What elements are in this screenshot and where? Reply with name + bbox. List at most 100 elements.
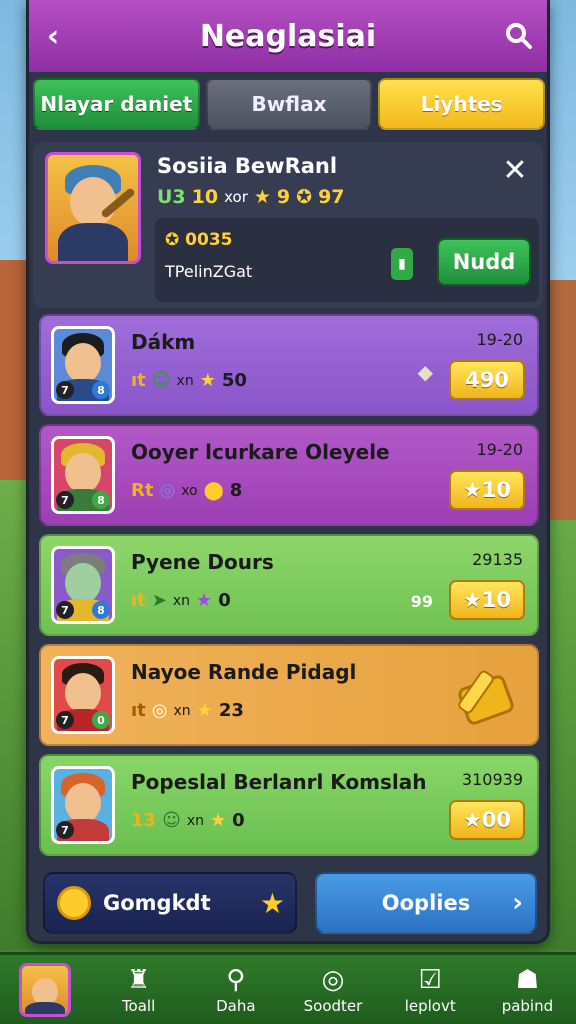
avatar: [19, 962, 71, 1017]
nav-label: Toall: [121, 996, 156, 1015]
level-badge: 7: [56, 491, 74, 509]
nav-avatar[interactable]: [0, 955, 90, 1024]
list-item[interactable]: 7 0 Nayoe Rande Pidagl ıt ◎ xn ★ 23: [39, 644, 539, 746]
nav-label: Soodter: [303, 996, 363, 1015]
arrow-icon: ➤: [151, 590, 167, 611]
stars-value: 9: [276, 186, 291, 208]
list-item[interactable]: 7 8 Dákm 19-20 ıt ☺ xn ★ 50 ◆ 490: [39, 314, 539, 416]
reward-button[interactable]: ★ 10: [449, 580, 525, 620]
nav-item-leplovt[interactable]: ☑ leplovt: [382, 955, 479, 1024]
reward-button[interactable]: 490: [449, 360, 525, 400]
nudd-button[interactable]: Nudd: [437, 238, 531, 286]
profile-subtitle: TPelinZGat: [165, 262, 253, 281]
nav-label: Daha: [216, 996, 256, 1015]
star-icon: ★: [196, 590, 213, 611]
target-icon: ◎: [321, 964, 345, 995]
nav-label: leplovt: [404, 996, 456, 1015]
profile-details: ✪ 0035 TPelinZGat ▮ Nudd: [155, 218, 539, 302]
profile-card: Sosiia BewRanl U3 10 xor ★ 9 ✪ 97 ✕ ✪ 00…: [33, 142, 543, 308]
star-icon: ★: [199, 370, 216, 391]
tab-nlayar-daniet[interactable]: Nlayar daniet: [33, 78, 200, 130]
tower-icon: ♜: [126, 964, 151, 995]
card-title: Nayoe Rande Pidagl: [131, 660, 357, 684]
meta-value: 23: [218, 700, 244, 721]
meta-prefix: Rt: [131, 480, 154, 501]
card-portrait: 7 8: [51, 546, 115, 624]
search-icon[interactable]: [499, 16, 539, 56]
nav-item-daha[interactable]: ⚲ Daha: [187, 955, 284, 1024]
meta-prefix: ıt: [131, 700, 146, 721]
smile-coin-icon: ☺: [151, 370, 171, 391]
coin-icon: ◎: [159, 480, 176, 501]
level-badge: 7: [56, 601, 74, 619]
card-date: 19-20: [476, 440, 524, 459]
coin-icon: [57, 886, 91, 920]
coin-icon: ◎: [151, 700, 168, 721]
xp-label: xor: [224, 188, 248, 206]
star-icon: ★: [462, 588, 482, 612]
card-title: Ooyer lcurkare Oleyele: [131, 440, 390, 464]
gold-ticket-icon[interactable]: [453, 660, 519, 730]
meta-value: 0: [218, 590, 231, 611]
score-value: 97: [318, 186, 345, 208]
card-title: Pyene Dours: [131, 550, 274, 574]
back-arrow-icon[interactable]: ‹: [33, 16, 73, 56]
card-portrait: 7 0: [51, 656, 115, 734]
list-item[interactable]: 7 Popeslal Berlanrl Komslah 310939 13 ☺ …: [39, 754, 539, 856]
star-icon: ★: [253, 186, 271, 208]
card-date: 29135: [472, 550, 523, 569]
nav-item-pabind[interactable]: ☗ pabind: [479, 955, 576, 1024]
page-title: Neaglasiai: [199, 18, 377, 54]
card-date: 19-20: [476, 330, 524, 349]
checkbox-icon: ☑: [418, 964, 442, 995]
coins-display: ✪ 0035: [165, 230, 233, 250]
meta-xn: xn: [186, 812, 204, 829]
meta-value: 50: [221, 370, 247, 391]
meta-xn: xo: [181, 482, 198, 499]
nav-item-soodter[interactable]: ◎ Soodter: [284, 955, 381, 1024]
star-icon: ★: [462, 478, 482, 502]
bottom-nav: ♜ Toall ⚲ Daha ◎ Soodter ☑ leplovt ☗ pab…: [0, 952, 576, 1024]
coin-button[interactable]: Gomgkdt ★: [43, 872, 297, 934]
list-item[interactable]: 7 8 Pyene Dours 29135 ıt ➤ xn ★ 0 99 ★ 10: [39, 534, 539, 636]
coins-value: 0035: [185, 230, 233, 250]
options-button[interactable]: Ooplies ›: [315, 872, 537, 934]
tab-bwflax[interactable]: Bwflax: [205, 78, 373, 130]
meta-xn: xn: [176, 372, 194, 389]
reward-value: 10: [481, 588, 512, 612]
meta-prefix: 13: [131, 810, 157, 831]
reward-value: 10: [481, 478, 512, 502]
paper-icon: ◆: [417, 360, 433, 384]
search-icon: ⚲: [226, 964, 246, 995]
coin-icon: ✪: [165, 230, 180, 250]
meta-xn: xn: [173, 702, 191, 719]
card-meta: 13 ☺ xn ★ 0: [131, 810, 245, 831]
rank-badge-icon: 8: [92, 491, 110, 509]
level-number: 10: [191, 186, 219, 208]
main-panel: ‹ Neaglasiai Nlayar daniet Bwflax Liyhte…: [26, 0, 550, 944]
level-badge: U3: [157, 186, 186, 208]
nav-item-toall[interactable]: ♜ Toall: [90, 955, 187, 1024]
card-portrait: 7 8: [51, 326, 115, 404]
meta-value: 8: [229, 480, 243, 501]
title-bar: ‹ Neaglasiai: [29, 0, 547, 72]
star-icon: ★: [462, 808, 482, 832]
nav-label: pabind: [501, 996, 554, 1015]
tab-liyhtes[interactable]: Liyhtes: [378, 78, 546, 130]
list-item[interactable]: 7 8 Ooyer lcurkare Oleyele 19-20 Rt ◎ xo…: [39, 424, 539, 526]
smile-coin-icon: ☺: [162, 810, 181, 831]
meta-xn: xn: [172, 592, 191, 609]
trophy-icon: ✪: [296, 186, 313, 208]
card-meta: ıt ➤ xn ★ 0: [131, 590, 231, 611]
player-name: Sosiia BewRanl: [157, 154, 338, 178]
card-portrait: 7: [51, 766, 115, 844]
card-meta: ıt ◎ xn ★ 23: [131, 700, 244, 721]
reward-button[interactable]: ★ 00: [449, 800, 525, 840]
card-date: 310939: [461, 770, 523, 789]
card-title: Popeslal Berlanrl Komslah: [131, 770, 427, 794]
reward-button[interactable]: ★ 10: [449, 470, 525, 510]
close-icon[interactable]: ✕: [497, 152, 533, 188]
level-badge: 7: [56, 381, 74, 399]
player-stats: U3 10 xor ★ 9 ✪ 97: [157, 186, 345, 208]
card-meta: Rt ◎ xo ⬤ 8: [131, 480, 242, 501]
